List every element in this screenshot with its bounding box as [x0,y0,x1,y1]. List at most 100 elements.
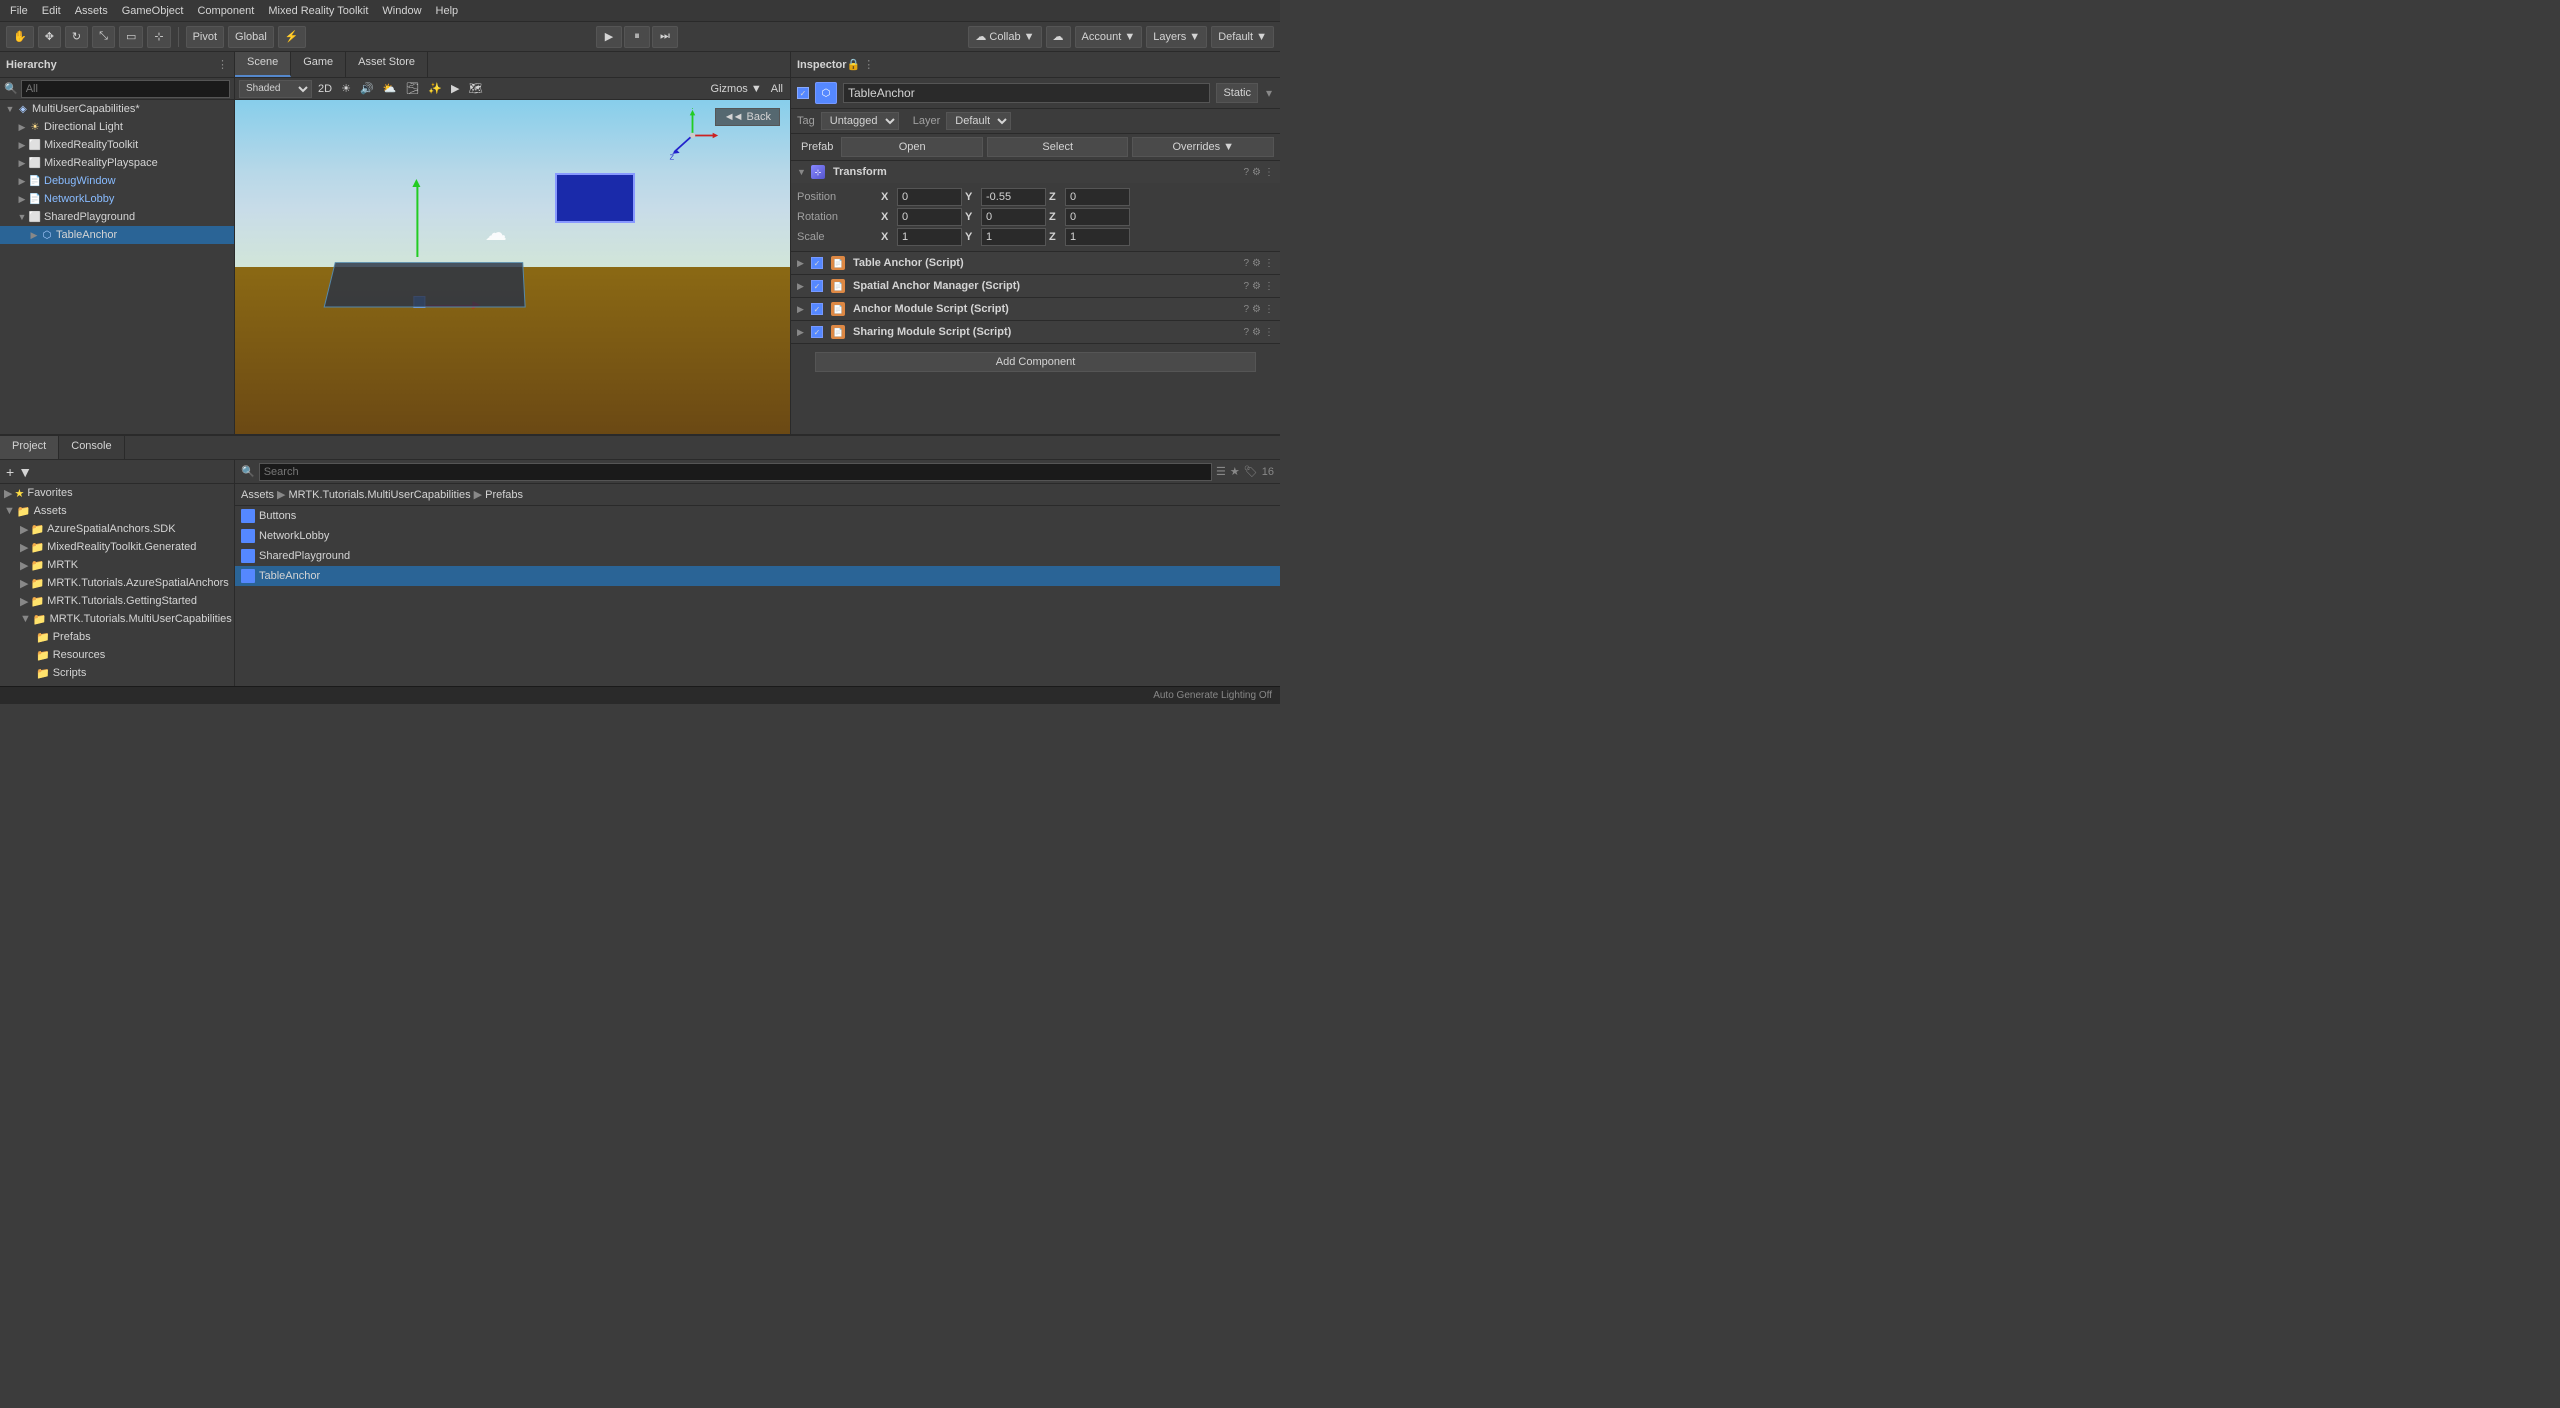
prefab-select-btn[interactable]: Select [987,137,1129,157]
tab-console[interactable]: Console [59,436,124,459]
comp-header-3[interactable]: ▶ ✓ 📄 Sharing Module Script (Script) ? ⚙… [791,321,1280,343]
obj-name-input[interactable] [843,83,1210,103]
menu-assets[interactable]: Assets [69,3,114,19]
project-resources[interactable]: 📁 Resources [0,646,234,664]
project-search-input[interactable] [259,463,1212,481]
tree-item-playspace[interactable]: ▶ ⬜ MixedRealityPlayspace [0,154,234,172]
scale-z-input[interactable] [1065,228,1130,246]
breadcrumb-prefabs[interactable]: Prefabs [485,489,523,501]
project-mrtk[interactable]: ▶ 📁 MRTK [0,556,234,574]
scene-view[interactable]: ☁ [235,100,790,434]
tool-rotate[interactable]: ↻ [65,26,88,48]
arrow-icon[interactable]: ▼ [18,464,32,480]
snap-btn[interactable]: ⚡ [278,26,306,48]
project-prefabs[interactable]: 📁 Prefabs [0,628,234,646]
asset-sharedplayground[interactable]: SharedPlayground [235,546,1280,566]
static-dropdown[interactable]: ▾ [1264,86,1274,100]
light-toggle[interactable]: ☀ [338,81,354,96]
tree-item-sharedplayground[interactable]: ▼ ⬜ SharedPlayground [0,208,234,226]
menu-gameobject[interactable]: GameObject [116,3,190,19]
step-button[interactable]: ⏭ [652,26,678,48]
asset-networklobby[interactable]: NetworkLobby [235,526,1280,546]
tool-move[interactable]: ✥ [38,26,61,48]
comp-check-3[interactable]: ✓ [811,326,823,338]
tree-item-mrtk[interactable]: ▶ ⬜ MixedRealityToolkit [0,136,234,154]
comp-info-0[interactable]: ? [1243,258,1249,269]
comp-settings-3[interactable]: ⚙ [1252,327,1261,338]
transform-settings[interactable]: ⚙ [1252,167,1261,178]
pos-z-input[interactable] [1065,188,1130,206]
inspector-menu[interactable]: ⋮ [863,58,874,71]
comp-info-3[interactable]: ? [1243,327,1249,338]
comp-info-1[interactable]: ? [1243,281,1249,292]
shading-dropdown[interactable]: Shaded Wireframe [239,80,312,98]
skybox-toggle[interactable]: ⛅ [380,81,400,96]
comp-check-2[interactable]: ✓ [811,303,823,315]
menu-component[interactable]: Component [191,3,260,19]
project-azure[interactable]: ▶ 📁 AzureSpatialAnchors.SDK [0,520,234,538]
2d-btn[interactable]: 2D [315,82,335,96]
asset-buttons[interactable]: Buttons [235,506,1280,526]
hierarchy-search-input[interactable] [21,80,230,98]
tab-game[interactable]: Game [291,52,346,77]
tool-hand[interactable]: ✋ [6,26,34,48]
rot-y-input[interactable] [981,208,1046,226]
layers-dropdown[interactable]: Layers ▼ [1146,26,1207,48]
tool-transform[interactable]: ⊹ [147,26,170,48]
tab-asset-store[interactable]: Asset Store [346,52,428,77]
search-filter-1[interactable]: ★ [1230,465,1240,478]
pause-button[interactable]: ⏸ [624,26,650,48]
comp-header-2[interactable]: ▶ ✓ 📄 Anchor Module Script (Script) ? ⚙ … [791,298,1280,320]
comp-settings-1[interactable]: ⚙ [1252,281,1261,292]
menu-window[interactable]: Window [376,3,427,19]
pos-x-input[interactable] [897,188,962,206]
comp-menu-1[interactable]: ⋮ [1264,281,1274,292]
tool-scale[interactable]: ⤡ [92,26,115,48]
fog-toggle[interactable]: 🌫 [402,81,422,96]
project-favorites[interactable]: ▶ ★ Favorites [0,484,234,502]
comp-info-2[interactable]: ? [1243,304,1249,315]
menu-file[interactable]: File [4,3,34,19]
nav-toggle[interactable]: 🗺 [465,81,485,96]
scale-y-input[interactable] [981,228,1046,246]
audio-toggle[interactable]: 🔊 [357,81,377,96]
search-options[interactable]: ☰ [1216,465,1226,478]
layer-select[interactable]: Default [946,112,1011,130]
project-mrtk-gen[interactable]: ▶ 📁 MixedRealityToolkit.Generated [0,538,234,556]
menu-edit[interactable]: Edit [36,3,67,19]
add-icon[interactable]: + [6,464,14,480]
tree-item-debugwindow[interactable]: ▶ 📄 DebugWindow [0,172,234,190]
lock-icon[interactable]: 🔒 [847,58,861,71]
menu-mixed-reality[interactable]: Mixed Reality Toolkit [262,3,374,19]
tree-item-multiuser[interactable]: ▼ ◈ MultiUserCapabilities* [0,100,234,118]
gizmos-btn[interactable]: Gizmos ▼ [708,82,765,96]
cloud-btn[interactable]: ☁ [1046,26,1071,48]
scale-x-input[interactable] [897,228,962,246]
global-btn[interactable]: Global [228,26,274,48]
tree-item-directional[interactable]: ▶ ☀ Directional Light [0,118,234,136]
scene-back-btn[interactable]: ◄ ◄ Back [715,108,780,126]
hierarchy-menu[interactable]: ⋮ [217,58,228,71]
transform-header[interactable]: ▼ ⊹ Transform ? ⚙ ⋮ [791,161,1280,183]
pos-y-input[interactable] [981,188,1046,206]
add-component-btn[interactable]: Add Component [815,352,1255,372]
comp-check-1[interactable]: ✓ [811,280,823,292]
comp-header-0[interactable]: ▶ ✓ 📄 Table Anchor (Script) ? ⚙ ⋮ [791,252,1280,274]
rot-x-input[interactable] [897,208,962,226]
project-mrtk-multi[interactable]: ▼ 📁 MRTK.Tutorials.MultiUserCapabilities [0,610,234,628]
play-button[interactable]: ▶ [596,26,622,48]
tree-item-tableanchor[interactable]: ▶ ⬡ TableAnchor [0,226,234,244]
transform-menu[interactable]: ⋮ [1264,167,1274,178]
account-dropdown[interactable]: Account ▼ [1075,26,1143,48]
breadcrumb-assets[interactable]: Assets [241,489,274,501]
project-mrtk-azure[interactable]: ▶ 📁 MRTK.Tutorials.AzureSpatialAnchors [0,574,234,592]
prefab-overrides-btn[interactable]: Overrides ▼ [1132,137,1274,157]
menu-help[interactable]: Help [430,3,465,19]
comp-check-0[interactable]: ✓ [811,257,823,269]
transform-info[interactable]: ? [1243,167,1249,178]
obj-enabled-checkbox[interactable]: ✓ [797,87,809,99]
flare-toggle[interactable]: ✨ [425,81,445,96]
comp-menu-0[interactable]: ⋮ [1264,258,1274,269]
comp-header-1[interactable]: ▶ ✓ 📄 Spatial Anchor Manager (Script) ? … [791,275,1280,297]
comp-menu-3[interactable]: ⋮ [1264,327,1274,338]
